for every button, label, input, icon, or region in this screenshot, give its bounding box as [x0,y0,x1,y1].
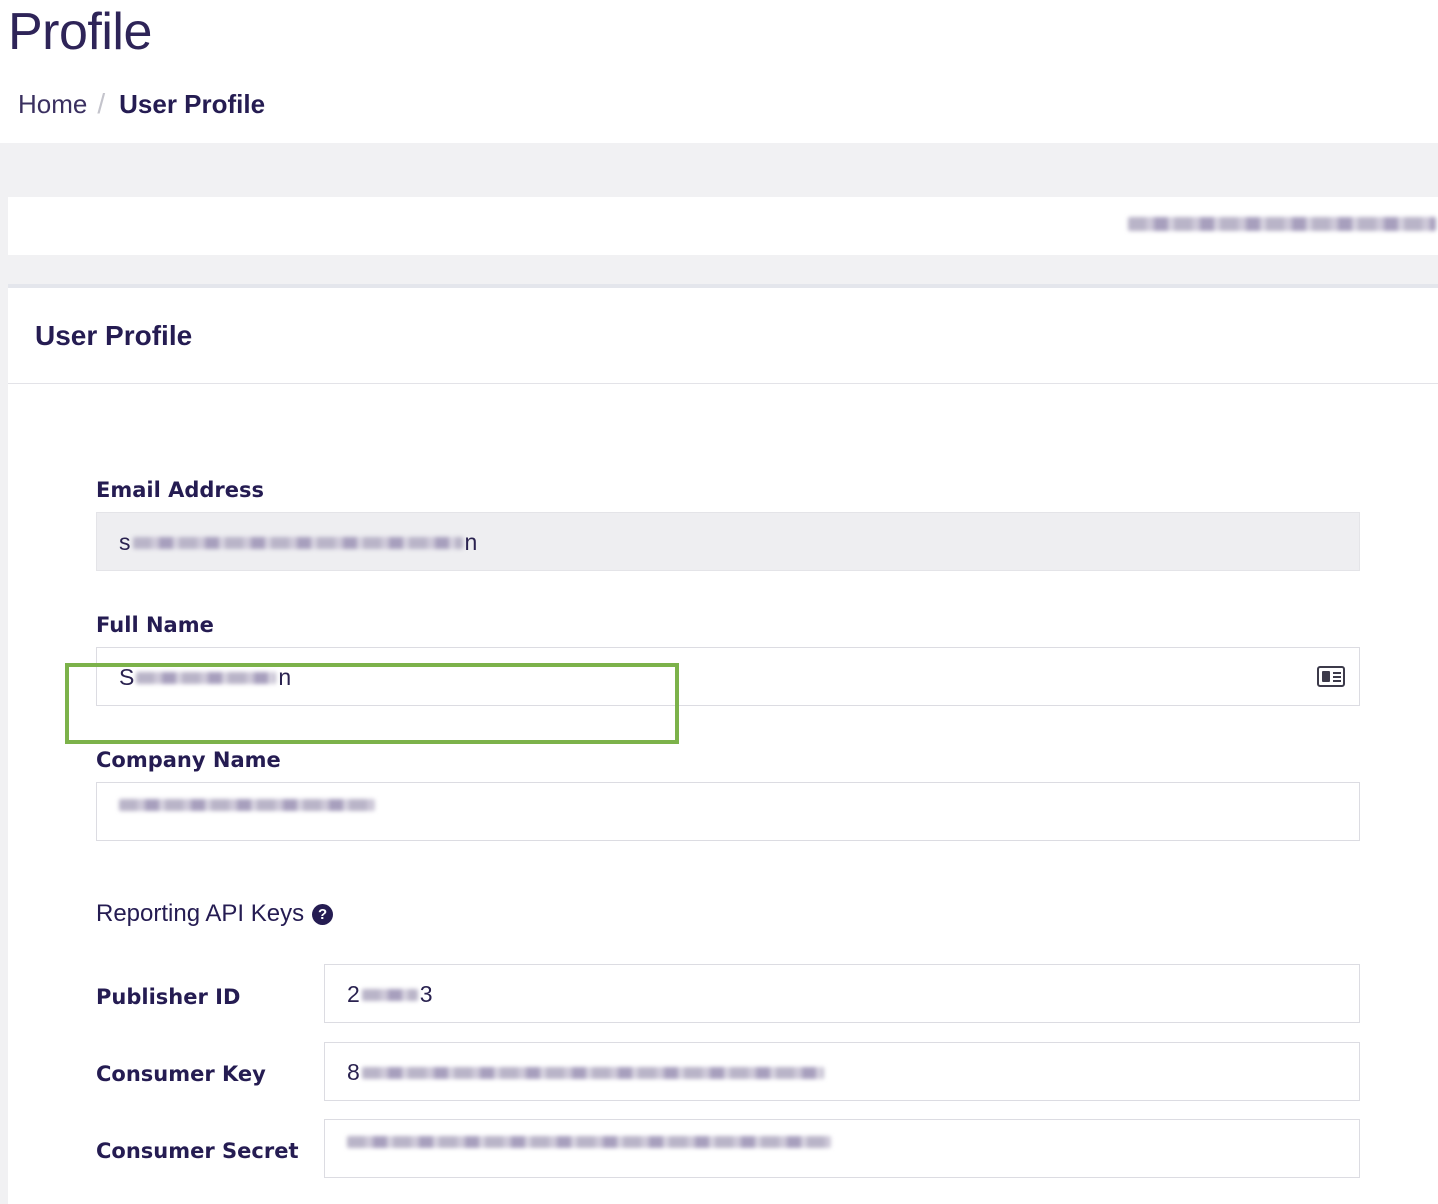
redacted-username[interactable] [1128,217,1436,231]
redacted-full-name [136,671,277,684]
api-keys-title: Reporting API Keys ? [96,900,334,928]
redacted-email [132,536,463,549]
page-title: Profile [8,3,152,61]
publisher-id-label: Publisher ID [96,985,241,1009]
full-name-label: Full Name [96,613,214,637]
company-value [119,799,375,811]
user-bar [8,197,1438,255]
consumer-secret-label: Consumer Secret [96,1139,299,1163]
email-field[interactable]: s n [96,512,1360,571]
panel-header: User Profile [8,288,1438,384]
panel-title: User Profile [35,319,193,351]
question-circle-icon[interactable]: ? [312,903,334,925]
breadcrumb-current: User Profile [119,88,266,119]
breadcrumb-separator: / [97,88,106,119]
user-profile-panel: User Profile Email Address s n Full Name… [8,284,1438,1204]
publisher-id-value: 2 3 [347,981,433,1007]
full-name-field[interactable]: S n [96,647,1360,706]
consumer-key-label: Consumer Key [96,1062,266,1086]
company-field[interactable] [96,782,1360,841]
consumer-secret-field[interactable] [324,1119,1360,1178]
redacted-consumer-secret [347,1136,831,1148]
consumer-secret-value [347,1136,831,1148]
consumer-key-value: 8 [347,1059,824,1086]
breadcrumb-home-link[interactable]: Home [18,89,87,120]
redacted-company [119,799,375,811]
email-value: s n [119,529,478,555]
breadcrumb: Home / User Profile [18,88,265,120]
consumer-key-field[interactable]: 8 [324,1042,1360,1101]
company-label: Company Name [96,748,281,772]
full-name-value: S n [119,664,292,690]
redacted-consumer-key [361,1066,824,1079]
redacted-publisher-id [361,988,418,1001]
email-label: Email Address [96,478,265,502]
publisher-id-field[interactable]: 2 3 [324,964,1360,1023]
contact-card-icon[interactable] [1317,666,1345,687]
